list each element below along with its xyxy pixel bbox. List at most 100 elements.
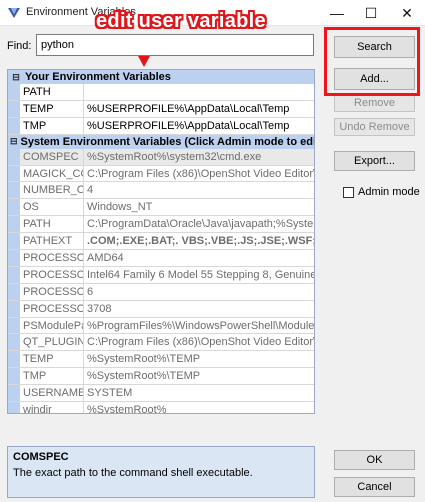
variable-value[interactable] [84,84,314,100]
variable-value[interactable]: Windows_NT [84,199,314,215]
variable-value[interactable]: Intel64 Family 6 Model 55 Stepping 8, Ge… [84,267,314,283]
find-label: Find: [7,40,32,52]
row-gutter [8,351,20,368]
variable-value[interactable]: %SystemRoot% [84,402,314,413]
cancel-button[interactable]: Cancel [334,477,415,497]
ok-button[interactable]: OK [334,450,415,470]
variable-value[interactable]: 4 [84,182,314,198]
variable-value[interactable]: %USERPROFILE%\AppData\Local\Temp [84,101,314,117]
row-gutter [8,368,20,385]
row-gutter [8,100,20,117]
variable-value[interactable]: 6 [84,284,314,300]
admin-mode-checkbox[interactable] [343,186,354,198]
table-row[interactable]: PROCESSOR_Intel64 Family 6 Model 55 Step… [8,266,314,284]
undo-remove-button[interactable]: Undo Remove [334,118,415,136]
variable-name[interactable]: PROCESSOR_ [20,300,84,317]
row-gutter [8,148,20,165]
table-row[interactable]: windir %SystemRoot% [8,402,314,413]
maximize-button[interactable]: ☐ [354,0,388,26]
variables-grid: ⊟ Your Environment Variables PATH TEMP %US… [7,69,315,414]
row-gutter [8,402,20,413]
close-icon: ✕ [401,4,413,21]
table-row[interactable]: TEMP %USERPROFILE%\AppData\Local\Temp [8,100,314,118]
variable-value[interactable]: %SystemRoot%\system32\cmd.exe [84,148,314,165]
user-variables-header[interactable]: ⊟ Your Environment Variables [8,70,314,84]
variable-name[interactable]: PATH [20,84,84,100]
variable-name[interactable]: TEMP [20,100,84,117]
variable-name[interactable]: PATHEXT [20,233,84,250]
system-variables-header[interactable]: ⊟ System Environment Variables (Click Ad… [8,134,315,149]
variable-name[interactable]: PROCESSOR_ [20,266,84,283]
variable-name[interactable]: windir [20,402,84,413]
variable-name[interactable]: TEMP [20,351,84,368]
variable-name[interactable]: PROCESSOR_ [20,283,84,300]
table-row[interactable]: PROCESSOR_6 [8,283,314,301]
table-row[interactable]: QT_PLUGIN_FC:\Program Files (x86)\OpenSh… [8,334,314,352]
variable-name[interactable]: PSModulePat [20,317,84,334]
table-row[interactable]: NUMBER_OF_4 [8,182,314,200]
minimize-icon: — [330,5,344,21]
row-gutter [8,117,20,134]
close-button[interactable]: ✕ [390,0,424,26]
table-row[interactable]: TEMP %SystemRoot%\TEMP [8,351,314,369]
export-button[interactable]: Export... [334,151,415,171]
variable-value[interactable]: C:\ProgramData\Oracle\Java\javapath;%Sys… [84,216,314,232]
row-gutter [8,250,20,266]
row-gutter [8,300,20,317]
system-variables-header-label: System Environment Variables (Click Admi… [20,135,315,148]
table-row[interactable]: TMP %USERPROFILE%\AppData\Local\Temp [8,117,314,135]
find-input[interactable] [36,34,314,56]
annotation-label: edit user variable [96,10,266,32]
variable-value[interactable]: SYSTEM [84,385,314,401]
table-row[interactable]: PROCESSOR_3708 [8,300,314,318]
row-gutter [8,182,20,199]
remove-button[interactable]: Remove [334,94,415,112]
minimize-button[interactable]: — [320,0,354,26]
table-row[interactable]: PROCESSOR_AMD64 [8,250,314,267]
variable-name[interactable]: QT_PLUGIN_F [20,334,84,351]
variable-name[interactable]: COMSPEC [20,148,84,165]
variable-value[interactable]: C:\Program Files (x86)\OpenShot Video Ed… [84,334,314,350]
variable-name[interactable]: MAGICK_COI [20,165,84,182]
maximize-icon: ☐ [364,4,378,21]
variable-name[interactable]: USERNAME [20,385,84,402]
app-icon [8,8,20,18]
variable-name[interactable]: PROCESSOR_ [20,250,84,266]
variable-name[interactable]: OS [20,199,84,216]
collapse-icon[interactable]: ⊟ [10,72,22,82]
table-row[interactable]: PSModulePat %ProgramFiles%\WindowsPowerSh… [8,317,314,335]
variable-name[interactable]: TMP [20,117,84,134]
variable-value[interactable]: %USERPROFILE%\AppData\Local\Temp [84,118,314,134]
table-row[interactable]: COMSPEC %SystemRoot%\system32\cmd.exe [8,148,314,166]
variable-name[interactable]: PATH [20,216,84,233]
table-row[interactable]: PATH [8,84,314,101]
variable-value[interactable]: .COM;.EXE;.BAT;. VBS;.VBE;.JS;.JSE;.WSF;… [84,233,314,249]
table-row[interactable]: USERNAME SYSTEM [8,385,314,403]
variable-name[interactable]: NUMBER_OF_ [20,182,84,199]
table-row[interactable]: PATHEXT .COM;.EXE;.BAT;. VBS;.VBE;.JS;.JS… [8,233,314,251]
row-gutter [8,216,20,233]
table-row[interactable]: TMP %SystemRoot%\TEMP [8,368,314,386]
description-text: The exact path to the command shell exec… [13,467,253,479]
row-gutter [8,385,20,402]
user-variables-header-label: Your Environment Variables [25,71,171,83]
collapse-icon[interactable]: ⊟ [10,136,18,147]
description-title: COMSPEC [13,451,69,463]
variable-name[interactable]: TMP [20,368,84,385]
admin-mode-toggle[interactable]: Admin mode [343,186,420,198]
admin-mode-label: Admin mode [358,186,420,198]
table-row[interactable]: OS Windows_NT [8,199,314,217]
table-row[interactable]: PATH C:\ProgramData\Oracle\Java\javapath;… [8,216,314,234]
variable-value[interactable]: %SystemRoot%\TEMP [84,351,314,367]
variable-value[interactable]: C:\Program Files (x86)\OpenShot Video Ed… [84,166,314,182]
add-button[interactable]: Add... [334,68,415,90]
description-panel: COMSPEC The exact path to the command sh… [7,446,315,498]
search-button[interactable]: Search [334,36,415,58]
variable-value[interactable]: 3708 [84,301,314,317]
variable-value[interactable]: AMD64 [84,250,314,266]
variable-value[interactable]: %SystemRoot%\TEMP [84,368,314,384]
table-row[interactable]: MAGICK_COIC:\Program Files (x86)\OpenSho… [8,165,314,183]
variable-value[interactable]: %ProgramFiles%\WindowsPowerShell\Modules… [84,318,314,334]
row-gutter [8,283,20,300]
row-gutter [8,317,20,334]
